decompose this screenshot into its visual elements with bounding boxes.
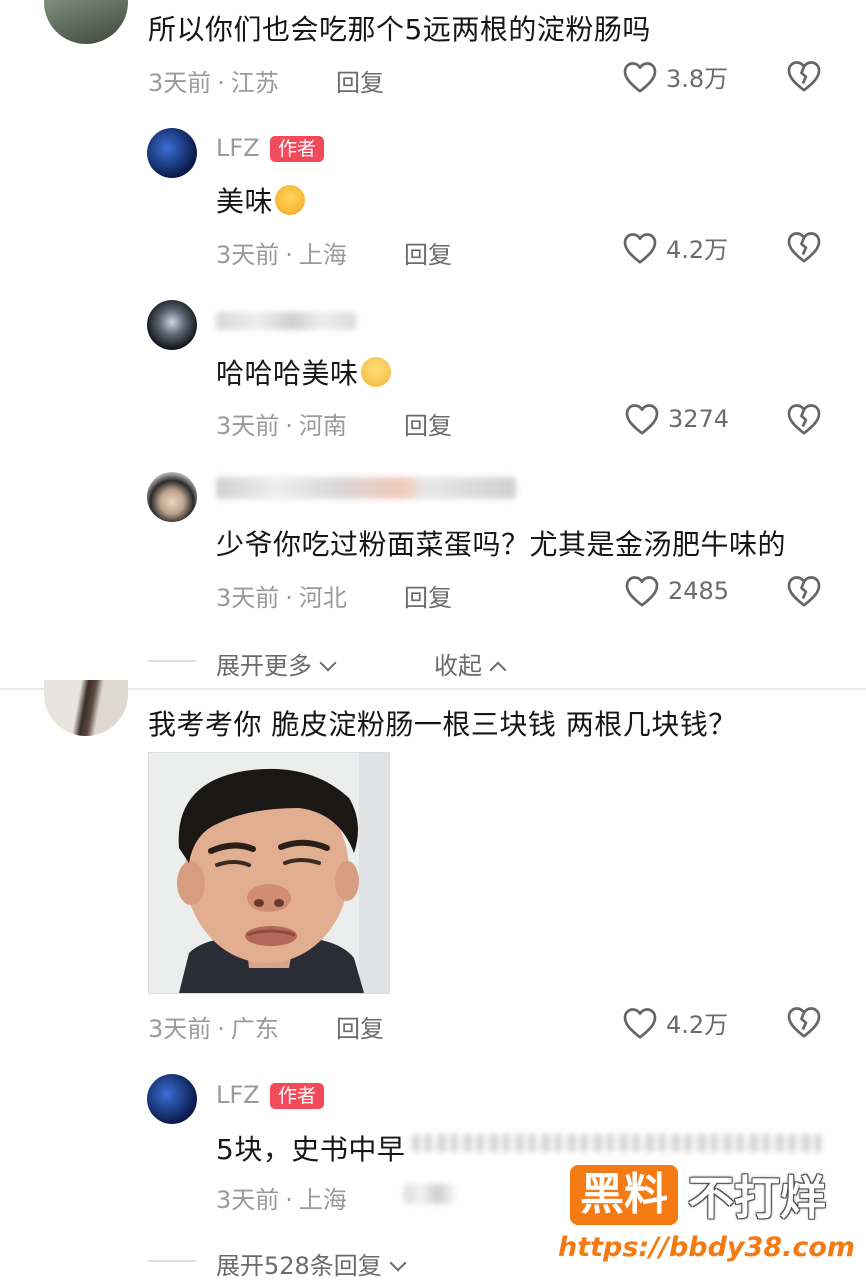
comment-location: 广东	[230, 1015, 279, 1043]
broken-heart-icon	[787, 61, 821, 92]
like-count: 4.2万	[666, 236, 729, 264]
reply-button[interactable]: 回复	[404, 578, 452, 613]
reply-text: 5块，史书中早	[216, 1133, 406, 1166]
like-button[interactable]: 3.8万	[622, 59, 728, 94]
dislike-button[interactable]	[786, 59, 822, 97]
heart-icon	[625, 576, 659, 607]
comment-meta: 3天前 · 广东	[148, 1015, 279, 1043]
reply-time: 3天前	[216, 584, 280, 612]
like-button[interactable]: 4.2万	[622, 230, 728, 265]
dislike-button[interactable]	[786, 574, 822, 612]
watermark-url: https://bbdy38.com	[558, 1232, 856, 1263]
broken-heart-icon	[787, 1007, 821, 1038]
chevron-up-icon	[489, 661, 507, 679]
avatar[interactable]	[44, 680, 128, 736]
reply-meta: 3天前 · 上海	[216, 241, 347, 269]
comment-meta: 3天前 · 江苏	[148, 69, 279, 97]
meme-face-image	[149, 753, 389, 993]
broken-heart-icon	[787, 404, 821, 435]
blurred-reply-text	[412, 1134, 822, 1152]
like-button[interactable]: 3274	[624, 402, 729, 436]
dislike-button[interactable]	[786, 1005, 822, 1043]
collapse-button[interactable]: 收起	[434, 646, 507, 681]
like-button[interactable]: 4.2万	[622, 1005, 728, 1040]
reply-time: 3天前	[216, 1186, 280, 1214]
dislike-button[interactable]	[786, 402, 822, 440]
watermark-brand-right: 不打烊	[688, 1171, 826, 1225]
chevron-down-icon	[389, 1254, 407, 1272]
collapse-label: 收起	[434, 652, 482, 680]
like-count: 3.8万	[666, 65, 729, 93]
pleading-emoji-icon	[360, 357, 391, 387]
reply-meta: 3天前 · 上海	[216, 1186, 347, 1214]
reply-button[interactable]: 回复	[404, 406, 452, 441]
broken-heart-icon	[787, 576, 821, 607]
broken-heart-icon	[787, 232, 821, 263]
expand-divider-line	[148, 1260, 196, 1262]
smile-emoji-icon	[275, 185, 306, 215]
heart-icon	[623, 61, 657, 93]
heart-icon	[623, 1007, 657, 1039]
watermark-brand-left: 黑料	[570, 1165, 678, 1225]
like-count: 2485	[668, 577, 730, 605]
reply-time: 3天前	[216, 241, 280, 269]
avatar[interactable]	[44, 0, 128, 44]
like-count: 3274	[668, 405, 730, 433]
comment-text: 我考考你 脆皮淀粉肠一根三块钱 两根几块钱？	[148, 708, 737, 741]
avatar[interactable]	[147, 1074, 197, 1124]
chevron-down-icon	[319, 654, 337, 672]
reply-button[interactable]: 回复	[336, 1009, 384, 1044]
comment-text: 所以你们也会吃那个5远两根的淀粉肠吗	[148, 13, 651, 46]
reply-location: 上海	[298, 241, 347, 269]
blurred-reply-button	[404, 1184, 454, 1204]
avatar[interactable]	[147, 300, 197, 350]
blurred-username	[216, 477, 516, 499]
heart-icon	[623, 232, 657, 264]
expand-replies-button[interactable]: 展开528条回复	[216, 1246, 407, 1281]
reply-text: 哈哈哈美味	[216, 352, 391, 392]
like-button[interactable]: 2485	[624, 574, 729, 608]
reply-meta: 3天前 · 河南	[216, 412, 347, 440]
avatar[interactable]	[147, 128, 197, 178]
reply-button[interactable]: 回复	[404, 235, 452, 270]
reply-time: 3天前	[216, 412, 280, 440]
blurred-username	[216, 312, 356, 330]
watermark: 黑料 不打烊 https://bbdy38.com	[558, 1162, 855, 1263]
expand-more-button[interactable]: 展开更多	[216, 646, 337, 681]
reply-location: 河北	[298, 584, 347, 612]
expand-divider-line	[148, 660, 196, 662]
comment-time: 3天前	[148, 69, 212, 97]
heart-icon	[625, 404, 659, 435]
watermark-brand: 黑料 不打烊	[570, 1162, 855, 1228]
reply-text: 美味	[216, 180, 306, 220]
author-badge: 作者	[270, 1083, 325, 1109]
reply-meta: 3天前 · 河北	[216, 584, 347, 612]
reply-username[interactable]: LFZ	[216, 134, 260, 162]
comment-time: 3天前	[148, 1015, 212, 1043]
avatar[interactable]	[147, 472, 197, 522]
reply-username[interactable]: LFZ	[216, 1081, 260, 1109]
reply-button[interactable]: 回复	[336, 63, 384, 98]
reply-text: 少爷你吃过粉面菜蛋吗？尤其是金汤肥牛味的	[216, 528, 787, 561]
dislike-button[interactable]	[786, 230, 822, 268]
comment-image[interactable]	[148, 752, 390, 994]
expand-replies-label: 展开528条回复	[216, 1252, 382, 1280]
reply-location: 上海	[298, 1186, 347, 1214]
like-count: 4.2万	[666, 1011, 729, 1039]
reply-location: 河南	[298, 412, 347, 440]
comment-divider	[0, 688, 866, 690]
author-badge: 作者	[270, 136, 325, 162]
expand-more-label: 展开更多	[216, 652, 312, 680]
comment-location: 江苏	[230, 69, 279, 97]
